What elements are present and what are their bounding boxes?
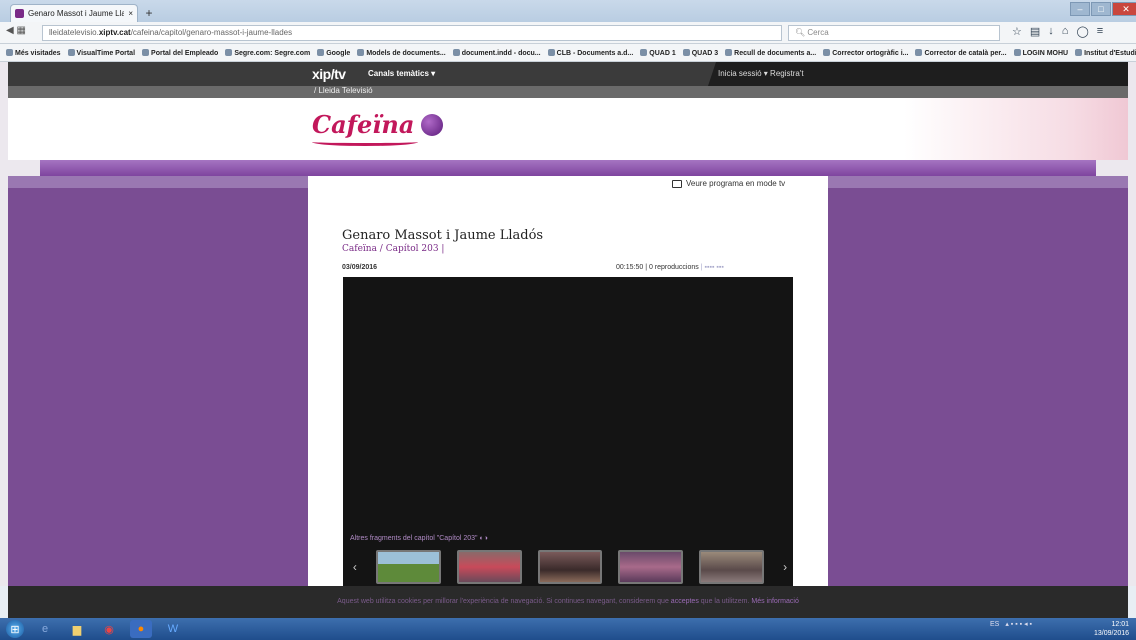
channel-link[interactable]: / Lleida Televisió xyxy=(314,86,373,95)
chrome-icon[interactable]: ◉ xyxy=(98,620,120,638)
channel-bar xyxy=(8,86,1128,98)
tv-mode-label: Veure programa en mode tv xyxy=(686,179,786,188)
fragments-text: Altres fragments del capítol "Capítol 20… xyxy=(350,535,478,542)
program-banner xyxy=(8,98,1128,160)
taskbar: ⊞ e ▆ ◉ ● W xyxy=(0,618,1136,640)
bookmark-item[interactable]: Segre.com: Segre.com xyxy=(225,49,310,57)
fragment-thumbnail[interactable] xyxy=(456,550,522,584)
bookmark-item[interactable]: VisualTime Portal xyxy=(68,49,136,57)
cafeina-logo[interactable]: Cafeïna xyxy=(312,110,414,139)
carousel-prev-icon[interactable]: ‹ xyxy=(350,560,360,574)
bookmark-item[interactable]: Recull de documents a... xyxy=(725,49,816,57)
ie-icon[interactable]: e xyxy=(34,620,56,638)
fragment-thumbnail[interactable] xyxy=(375,550,441,584)
video-breadcrumb[interactable]: Cafeïna / Capítol 203 | xyxy=(342,244,444,254)
fragments-label: Altres fragments del capítol "Capítol 20… xyxy=(350,535,488,542)
search-icon: 🔍︎ xyxy=(795,28,806,37)
right-margin xyxy=(828,188,1128,588)
video-plays: 0 reproduccions xyxy=(648,264,699,271)
fragment-thumbnail[interactable] xyxy=(618,550,684,584)
new-tab-button[interactable]: + xyxy=(142,6,156,20)
menu-icon[interactable]: ≡ xyxy=(1097,25,1103,38)
video-meta: 00:15:50 | 0 reproduccions | ▪▪▪▪ ▪▪▪ xyxy=(616,264,724,271)
fragment-thumbnail[interactable] xyxy=(537,550,603,584)
canals-menu[interactable]: Canals temàtics ▾ xyxy=(368,69,435,78)
folder-icon[interactable]: ▆ xyxy=(66,620,88,638)
tv-icon xyxy=(672,179,682,188)
chevron-down-icon: ▾ xyxy=(431,69,436,78)
bookmark-item[interactable]: Més visitades xyxy=(6,49,61,57)
clock-time: 12:01 xyxy=(1111,621,1130,628)
toolbar-icons: ☆ ▤ ↓ ⌂ ◯ ≡ xyxy=(1012,25,1103,38)
fragments-carousel: ‹ › xyxy=(350,548,790,586)
clock-date: 13/09/2016 xyxy=(1094,630,1130,637)
video-duration: 00:15:50 xyxy=(616,264,644,271)
fragment-thumbnail[interactable] xyxy=(699,550,765,584)
language-indicator[interactable]: ES xyxy=(990,621,999,628)
clock[interactable]: 12:01 13/09/2016 xyxy=(1094,620,1129,638)
left-margin xyxy=(8,188,308,588)
system-tray: ES ▴ ▪ ▪ ▪ ◂ ▪ xyxy=(990,620,1032,629)
bookmark-item[interactable]: QUAD 3 xyxy=(683,49,718,57)
start-button[interactable]: ⊞ xyxy=(6,620,24,638)
xiptv-logo[interactable]: xip/tv xyxy=(312,66,346,82)
firefox-icon[interactable]: ● xyxy=(130,620,152,638)
browser-tab[interactable]: Genaro Massot i Jaume Lla... × xyxy=(10,4,138,22)
close-window-button[interactable]: ✕ xyxy=(1112,2,1136,16)
bookmark-item[interactable]: Models de documents... xyxy=(357,49,445,57)
tab-title: Genaro Massot i Jaume Lla... xyxy=(28,9,125,18)
minimize-button[interactable]: – xyxy=(1070,2,1090,16)
close-tab-icon[interactable]: × xyxy=(128,9,133,18)
tray-icons[interactable]: ▴ ▪ ▪ ▪ ◂ ▪ xyxy=(1005,620,1032,628)
logo-ball-icon xyxy=(421,114,443,136)
logo-swoosh-icon xyxy=(312,138,418,146)
bookmarks-bar: Més visitades VisualTime Portal Portal del… xyxy=(0,44,1136,62)
bookmark-item[interactable]: document.indd - docu... xyxy=(453,49,541,57)
search-input[interactable]: 🔍︎ Cerca xyxy=(788,25,1000,41)
bookmark-star-icon[interactable]: ☆ xyxy=(1012,25,1022,38)
tv-mode-link[interactable]: Veure programa en mode tv xyxy=(672,179,785,188)
cookie-text: Aquest web utilitza cookies per millorar… xyxy=(337,598,669,605)
back-arrow-icon[interactable]: ◀ ▦ xyxy=(6,25,26,36)
carousel-next-icon[interactable]: › xyxy=(780,560,790,574)
clipboard-icon[interactable]: ▤ xyxy=(1030,25,1040,38)
url-prefix: lleidatelevisio. xyxy=(49,28,99,37)
cookie-banner: Aquest web utilitza cookies per millorar… xyxy=(8,586,1128,618)
accept-cookies-link[interactable]: acceptes xyxy=(671,598,699,605)
bookmark-item[interactable]: Google xyxy=(317,49,350,57)
search-placeholder: Cerca xyxy=(807,28,829,37)
login-link[interactable]: Inicia sessió ▾ Registra't xyxy=(718,69,804,78)
url-domain: xiptv.cat xyxy=(98,28,131,37)
share-links[interactable]: | ▪▪▪▪ ▪▪▪ xyxy=(701,264,724,271)
bookmark-item[interactable]: Corrector de català per... xyxy=(915,49,1006,57)
url-path: /cafeina/capitol/genaro-massot-i-jaume-l… xyxy=(130,28,293,37)
bookmark-item[interactable]: Corrector ortogràfic i... xyxy=(823,49,908,57)
address-bar[interactable]: lleidatelevisio.xiptv.cat/cafeina/capito… xyxy=(42,25,782,41)
tab-strip xyxy=(0,0,1136,22)
bookmark-item[interactable]: Portal del Empleado xyxy=(142,49,218,57)
chat-icon[interactable]: ◯ xyxy=(1076,25,1088,38)
window-controls: – □ ✕ xyxy=(1070,2,1136,16)
download-icon[interactable]: ↓ xyxy=(1048,25,1054,38)
bookmark-item[interactable]: Institut d'Estudis Ilerde... xyxy=(1075,49,1136,57)
bookmark-item[interactable]: CLB - Documents a.d... xyxy=(548,49,634,57)
bookmark-item[interactable]: LOGIN MOHU xyxy=(1014,49,1069,57)
home-icon[interactable]: ⌂ xyxy=(1062,25,1069,38)
cookie-text-2: que la utilitzem. xyxy=(700,598,750,605)
video-title: Genaro Massot i Jaume Lladós xyxy=(342,228,544,243)
favicon-icon xyxy=(15,9,24,18)
cookie-more-link[interactable]: Més informació xyxy=(751,598,798,605)
bookmark-item[interactable]: QUAD 1 xyxy=(640,49,675,57)
video-date: 03/09/2016 xyxy=(342,264,378,271)
maximize-button[interactable]: □ xyxy=(1091,2,1111,16)
word-icon[interactable]: W xyxy=(162,620,184,638)
canals-label: Canals temàtics xyxy=(368,69,429,78)
